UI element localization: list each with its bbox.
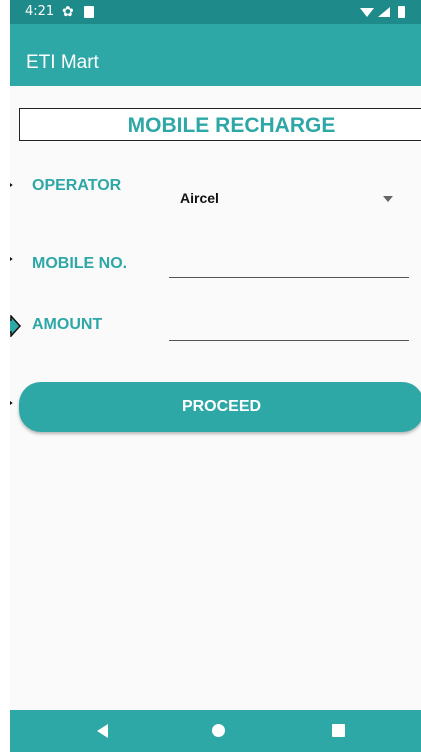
recents-icon[interactable] xyxy=(332,724,345,737)
arrow-right-icon xyxy=(10,251,18,267)
operator-dropdown[interactable]: Aircel xyxy=(170,180,400,216)
screen-title-box: MOBILE RECHARGE xyxy=(19,108,421,141)
home-icon[interactable] xyxy=(212,724,225,737)
operator-label: OPERATOR xyxy=(32,177,122,194)
status-time: 4:21 xyxy=(25,4,55,19)
navigation-bar xyxy=(10,710,421,752)
app-title: ETI Mart xyxy=(26,52,99,73)
status-bar: 4:21 ✿ xyxy=(10,0,421,24)
mobile-label: MOBILE NO. xyxy=(32,255,128,272)
operator-value: Aircel xyxy=(180,190,219,206)
wifi-icon xyxy=(360,8,374,17)
sd-card-icon xyxy=(84,6,94,18)
amount-underline xyxy=(169,340,409,341)
signal-icon xyxy=(378,7,390,17)
phone-screen: 4:21 ✿ ETI Mart MOBILE RECHARGE OPERATOR… xyxy=(10,0,421,752)
proceed-label: PROCEED xyxy=(181,398,262,415)
screen-title: MOBILE RECHARGE xyxy=(127,114,336,137)
gear-icon: ✿ xyxy=(62,3,74,19)
app-bar: ETI Mart xyxy=(10,24,421,86)
proceed-button[interactable]: PROCEED xyxy=(19,382,421,432)
arrow-right-icon xyxy=(10,315,22,337)
arrow-right-icon xyxy=(10,177,18,193)
amount-label: AMOUNT xyxy=(32,316,103,333)
chevron-down-icon xyxy=(383,196,393,202)
arrow-right-icon xyxy=(10,395,18,411)
amount-field[interactable] xyxy=(169,313,409,341)
back-icon[interactable] xyxy=(97,724,108,738)
mobile-number-field[interactable] xyxy=(169,250,409,278)
mobile-number-underline xyxy=(169,277,409,278)
status-icons xyxy=(360,6,405,18)
battery-icon xyxy=(398,6,405,18)
